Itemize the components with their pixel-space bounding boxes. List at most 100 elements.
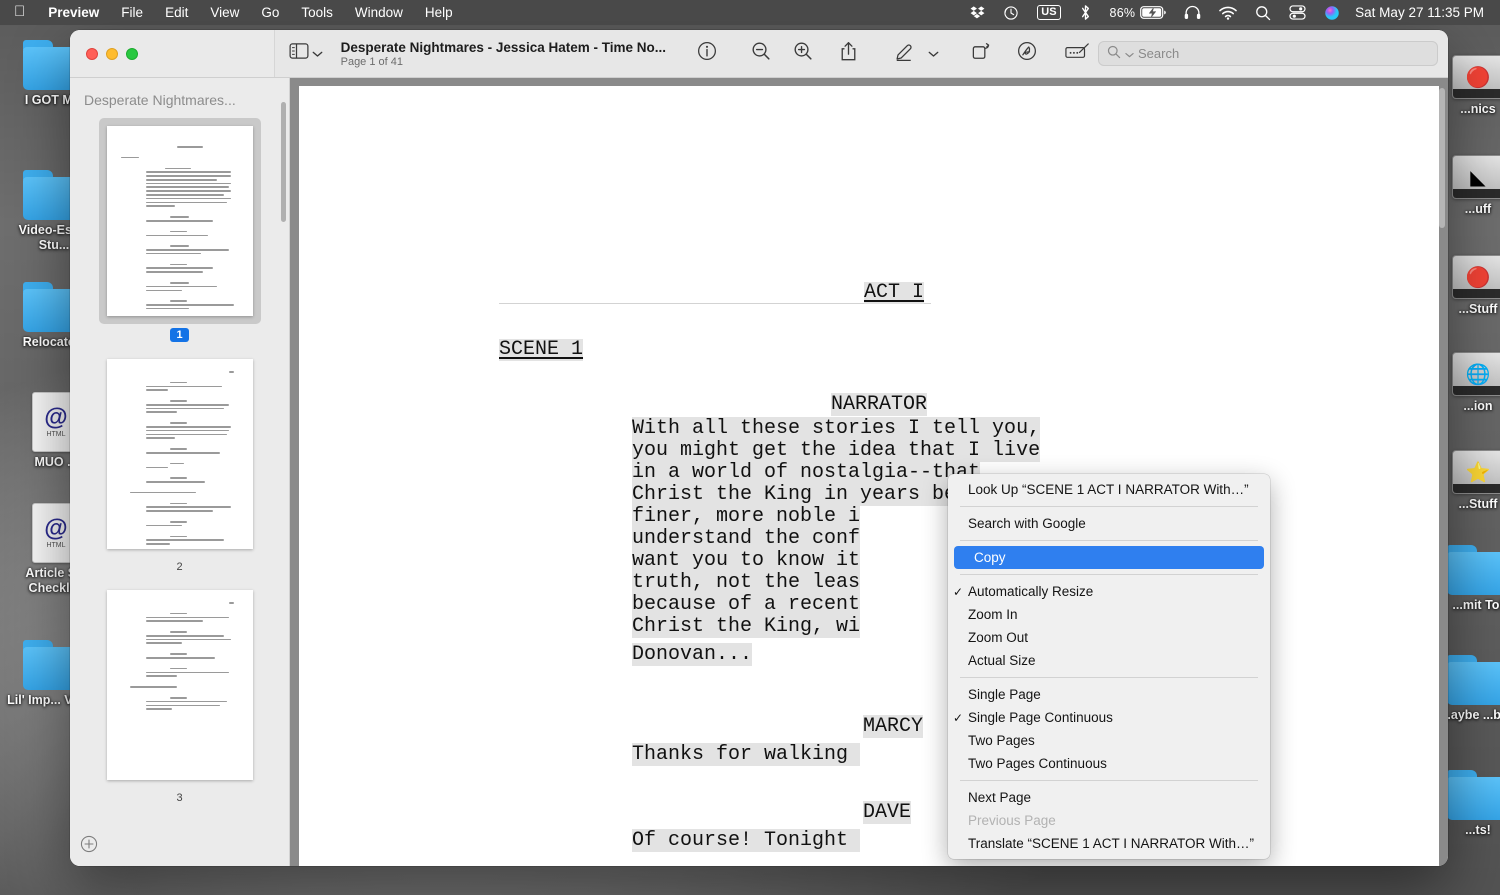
info-button[interactable] xyxy=(690,40,724,68)
thumbnail-page-number: 1 xyxy=(170,328,189,342)
menu-item-label: Translate “SCENE 1 ACT I NARRATOR With…” xyxy=(968,836,1255,851)
zoom-out-button[interactable] xyxy=(744,40,778,68)
menu-separator xyxy=(960,574,1258,575)
menu-separator xyxy=(960,506,1258,507)
menu-tools[interactable]: Tools xyxy=(290,4,344,22)
search-field[interactable]: Search xyxy=(1098,41,1438,66)
zoom-maximize-button[interactable] xyxy=(126,47,138,60)
dialogue-line: in a world of nostalgia--that xyxy=(632,461,981,484)
thumbnail-item[interactable]: 1 xyxy=(70,118,289,342)
headphones-icon[interactable] xyxy=(1175,5,1210,20)
search-input[interactable]: Search xyxy=(1138,46,1179,61)
add-page-icon[interactable] xyxy=(80,835,98,858)
spotlight-search-icon[interactable] xyxy=(1246,5,1280,21)
thumbnail-page-number: 3 xyxy=(176,792,183,804)
menu-edit[interactable]: Edit xyxy=(154,4,199,22)
wifi-icon[interactable] xyxy=(1210,6,1246,20)
keyboard-layout-indicator[interactable]: US xyxy=(1028,5,1069,20)
menu-item-zoom-out[interactable]: Zoom Out xyxy=(948,626,1270,649)
menu-item-search-with-google[interactable]: Search with Google xyxy=(948,512,1270,535)
sidebar-toggle-icon xyxy=(289,43,309,64)
dialogue-line: Of course! Tonight xyxy=(632,829,861,852)
search-scope-chevron-icon[interactable] xyxy=(1125,46,1134,61)
rotate-icon xyxy=(971,41,991,66)
battery-status[interactable]: 86% xyxy=(1101,6,1176,20)
apple-menu-icon[interactable]:  xyxy=(0,4,37,19)
document-title-block[interactable]: Desperate Nightmares - Jessica Hatem - T… xyxy=(341,40,666,68)
page-thumbnail xyxy=(106,590,253,780)
dropbox-icon[interactable] xyxy=(961,5,994,20)
document-view[interactable]: ACT I SCENE 1 NARRATOR With all these st… xyxy=(290,78,1448,866)
menu-item-look-up[interactable]: Look Up “SCENE 1 ACT I NARRATOR With…” xyxy=(948,478,1270,501)
menu-item-copy[interactable]: Copy xyxy=(954,546,1264,569)
menu-bar-clock[interactable]: Sat May 27 11:35 PM xyxy=(1349,5,1492,20)
rotate-button[interactable] xyxy=(964,40,998,68)
menu-item-label: Single Page Continuous xyxy=(968,710,1113,725)
markup-button[interactable] xyxy=(887,40,921,68)
menu-item-actual-size[interactable]: Actual Size xyxy=(948,649,1270,672)
context-menu-group: Next Page Previous Page Translate “SCENE… xyxy=(948,786,1270,855)
folder-icon xyxy=(1447,655,1500,705)
bluetooth-icon[interactable] xyxy=(1070,4,1101,21)
sidebar-scrollbar[interactable] xyxy=(281,102,286,222)
scene-heading: SCENE 1 xyxy=(499,338,584,361)
page-indicator: Page 1 of 41 xyxy=(340,55,403,68)
signature-icon xyxy=(1065,42,1091,65)
menu-file[interactable]: File xyxy=(110,4,154,22)
zoom-in-icon xyxy=(793,41,813,66)
menu-window[interactable]: Window xyxy=(344,4,414,22)
menu-item-label: Automatically Resize xyxy=(968,584,1094,599)
control-center-icon[interactable] xyxy=(1280,5,1315,20)
thumbnail-frame xyxy=(99,351,261,557)
menu-item-zoom-in[interactable]: Zoom In xyxy=(948,603,1270,626)
share-icon xyxy=(839,41,858,67)
folder-icon xyxy=(1447,545,1500,595)
chevron-down-icon xyxy=(928,45,939,63)
battery-charging-icon xyxy=(1140,6,1166,19)
thumbnail-list: 1 2 3 xyxy=(70,118,289,826)
menu-item-translate[interactable]: Translate “SCENE 1 ACT I NARRATOR With…” xyxy=(948,832,1270,855)
menu-item-label: Zoom In xyxy=(968,607,1018,622)
menu-item-label: Two Pages Continuous xyxy=(968,756,1107,771)
markup-options-button[interactable] xyxy=(921,40,946,68)
annotate-button[interactable] xyxy=(1010,40,1044,68)
character-name: MARCY xyxy=(863,715,924,738)
thumbnail-frame xyxy=(99,582,261,788)
character-name: NARRATOR xyxy=(831,393,928,416)
menu-preview[interactable]: Preview xyxy=(37,4,110,22)
titlebar-left xyxy=(70,30,275,77)
menu-item-next-page[interactable]: Next Page xyxy=(948,786,1270,809)
menu-item-single-page-continuous[interactable]: ✓ Single Page Continuous xyxy=(948,706,1270,729)
thumbnail-item[interactable]: 2 xyxy=(70,351,289,573)
battery-percent-label: 86% xyxy=(1109,5,1136,20)
sidebar-toggle-button[interactable] xyxy=(289,43,323,64)
menu-item-label: Single Page xyxy=(968,687,1041,702)
context-menu-group: Look Up “SCENE 1 ACT I NARRATOR With…” xyxy=(948,478,1270,501)
context-menu-group: Single Page ✓ Single Page Continuous Two… xyxy=(948,683,1270,775)
menu-item-two-pages[interactable]: Two Pages xyxy=(948,729,1270,752)
share-button[interactable] xyxy=(832,40,865,68)
window-controls xyxy=(86,47,138,60)
titlebar-toolbar: Desperate Nightmares - Jessica Hatem - T… xyxy=(275,30,1448,77)
chevron-down-icon[interactable] xyxy=(312,45,323,63)
thumbnail-selected-frame xyxy=(98,118,261,324)
context-menu: Look Up “SCENE 1 ACT I NARRATOR With…” S… xyxy=(948,474,1270,859)
dialogue-line: understand the conf xyxy=(632,527,861,550)
minimize-button[interactable] xyxy=(106,47,118,60)
thumbnail-item[interactable]: 3 xyxy=(70,582,289,804)
menu-item-single-page[interactable]: Single Page xyxy=(948,683,1270,706)
menu-view[interactable]: View xyxy=(199,4,250,22)
time-machine-icon[interactable] xyxy=(994,5,1028,21)
menu-separator xyxy=(960,677,1258,678)
menu-item-label: Two Pages xyxy=(968,733,1035,748)
menu-go[interactable]: Go xyxy=(250,4,290,22)
dialogue-line: Thanks for walking xyxy=(632,743,861,766)
document-scrollbar[interactable] xyxy=(1439,88,1445,228)
menu-help[interactable]: Help xyxy=(414,4,464,22)
siri-icon[interactable] xyxy=(1315,5,1349,21)
close-button[interactable] xyxy=(86,47,98,60)
zoom-in-button[interactable] xyxy=(786,40,820,68)
menu-item-automatically-resize[interactable]: ✓ Automatically Resize xyxy=(948,580,1270,603)
signature-button[interactable] xyxy=(1058,40,1098,68)
menu-item-two-pages-continuous[interactable]: Two Pages Continuous xyxy=(948,752,1270,775)
